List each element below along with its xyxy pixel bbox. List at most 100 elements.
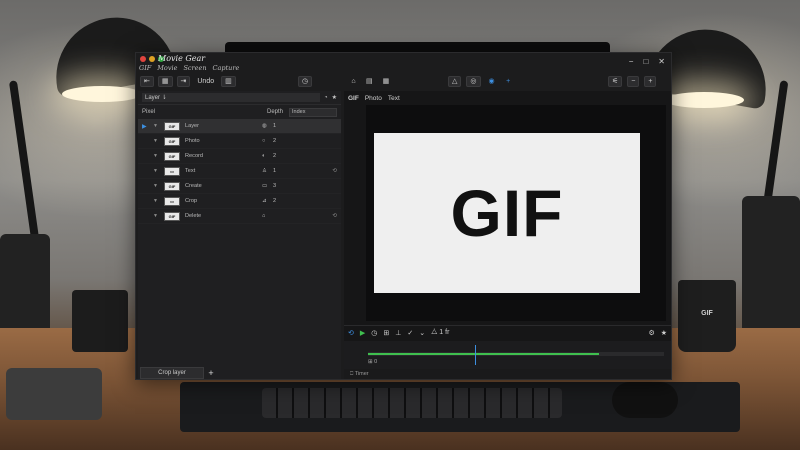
settings-button[interactable]: ⚟ [608,75,623,87]
tab-text[interactable]: Text [388,95,400,102]
tool-group: ⌂ ▤ ▦ [348,76,392,87]
minimize-dot[interactable] [149,56,155,62]
grid-button[interactable]: ▦ [157,75,173,87]
expand-icon[interactable]: ▼ [153,213,159,219]
sync-icon[interactable]: ⟲ [332,168,337,174]
sync-icon[interactable]: ⟲ [332,213,337,219]
layer-count: 3 [273,183,277,189]
add-layer-button[interactable]: + [204,368,218,378]
undo-button[interactable]: Undo [194,76,217,87]
layer-type-icon: ▭ [262,183,268,189]
timeline-playhead[interactable] [474,345,476,365]
loop-icon[interactable]: ⟲ [348,329,354,337]
expand-icon[interactable]: ▼ [153,183,159,189]
zoom-in-button[interactable]: + [644,75,657,87]
maximize-icon[interactable]: □ [643,57,648,66]
close-icon[interactable]: ✕ [658,57,665,66]
layer-type-icon: ◐ [262,153,266,159]
add-button[interactable]: + [503,76,514,87]
layer-search-input[interactable]: Layer ⇂ [142,93,320,102]
layer-name: Crop [185,198,198,204]
gear-icon[interactable]: ⚙ [648,329,654,337]
layer-name: Text [185,168,196,174]
expand-icon[interactable]: ▼ [153,123,159,129]
layer-row[interactable]: ▼ GIF Delete ⌂ ⟲ [138,209,341,224]
frame-icon[interactable]: ⊞ [383,329,389,337]
layers-panel: Layer ⇂ ◔ ★ Pixel Depth Index ▶ ▼ GIF Layer… [138,91,341,379]
target-button[interactable]: ◎ [466,75,481,87]
zoom-out-button[interactable]: − [627,75,640,87]
depth-select[interactable]: Index [289,107,337,117]
mouse [612,382,678,418]
tab-gif[interactable]: GIF [348,95,359,102]
panel-button[interactable]: ▥ [221,75,236,87]
layer-name: Create [185,183,202,189]
expand-icon[interactable]: ▼ [153,168,159,174]
timeline[interactable]: ⊞ 0 [344,341,671,369]
check-icon[interactable]: ✓ [407,329,413,337]
layer-thumbnail: GIF [164,151,180,161]
layer-type-icon: ○ [262,138,266,144]
home-icon[interactable]: ⌂ [348,76,359,87]
canvas-gif-text: GIF [450,176,564,250]
layer-name: Delete [185,213,202,219]
list-icon[interactable]: ▤ [363,76,376,87]
title-bar: Movie Gear GIF Movie Screen Capture − □ … [136,53,671,75]
app-window: Movie Gear GIF Movie Screen Capture − □ … [135,52,672,380]
frame-rate-label: ⧊ 1 fr [431,328,450,336]
layer-row[interactable]: ▼ GIF Create ▭ 3 [138,179,341,194]
app-title: Movie Gear [158,54,206,63]
last-frame-button[interactable]: ⇥ [176,75,191,87]
canvas-area: GIF [366,105,666,321]
layer-row[interactable]: ▼ GIF Photo ○ 2 [138,134,341,149]
layer-row[interactable]: ▼ ▭ Crop ⊿ 2 [138,194,341,209]
layer-row[interactable]: ▼ ▭ Text ♙ 1 ⟲ [138,164,341,179]
play-icon[interactable]: ▶ [360,329,365,337]
minimize-icon[interactable]: − [629,57,634,66]
close-dot[interactable] [140,56,146,62]
menu-movie[interactable]: Movie [157,64,177,72]
menu-capture[interactable]: Capture [213,64,240,72]
window-controls: − □ ✕ [629,57,665,66]
layer-row[interactable]: ▶ ▼ GIF Layer ◍ 1 [138,119,341,134]
layer-count: 2 [273,198,277,204]
layer-type-icon: ⊿ [262,198,267,204]
shape-button[interactable]: △ [448,75,462,87]
timer-button[interactable]: ◷ [298,75,313,87]
right-toolbar-group: △ ◎ ◉ + [448,75,514,87]
menu-screen[interactable]: Screen [183,64,206,72]
layer-type-icon: ⌂ [262,213,266,219]
menu-bar: GIF Movie Screen Capture [139,64,239,72]
star-icon[interactable]: ★ [332,94,337,101]
layer-name: Record [185,153,204,159]
main-toolbar: ⇤ ▦ ⇥ Undo ▥ ◷ ⌂ ▤ ▦ △ ◎ ◉ + ⚟ − + [136,73,671,89]
expand-icon[interactable]: ▼ [153,138,159,144]
favorite-icon[interactable]: ★ [661,329,667,337]
sort-label[interactable]: Pixel [142,109,155,115]
first-frame-button[interactable]: ⇤ [140,75,154,87]
expand-icon[interactable]: ▼ [153,198,159,204]
layers-header: Layer ⇂ ◔ ★ [138,91,341,105]
layer-type-icon: ♙ [262,168,268,174]
chevron-down-icon[interactable]: ⌄ [419,329,425,337]
gif-canvas[interactable]: GIF [374,133,640,293]
align-icon[interactable]: ⊥ [395,329,401,337]
layer-row[interactable]: ▼ GIF Record ◐ 2 [138,149,341,164]
record-button[interactable]: ◉ [486,76,498,87]
layer-thumbnail: GIF [164,136,180,146]
keyboard [262,388,562,418]
layer-name: Photo [185,138,200,144]
tab-photo[interactable]: Photo [365,95,382,102]
layer-list: ▶ ▼ GIF Layer ◍ 1 ▼ GIF Photo ○ 2 ▼ GIF Record ◐ 2 ▼ ▭ Tex… [138,119,341,224]
expand-icon[interactable]: ▼ [153,153,159,159]
left-toolbar-group: ⇤ ▦ ⇥ Undo ▥ [140,75,236,87]
crop-layer-button[interactable]: Crop layer [140,367,204,379]
layers-subheader: Pixel Depth Index [138,105,341,119]
timeline-progress [368,353,599,355]
left-lamp-light [62,86,142,102]
pie-icon[interactable]: ◔ [324,95,328,101]
menu-gif[interactable]: GIF [139,64,151,72]
clock-icon[interactable]: ◷ [371,329,377,337]
right-lamp-light [664,92,744,108]
grid-icon[interactable]: ▦ [380,76,393,87]
